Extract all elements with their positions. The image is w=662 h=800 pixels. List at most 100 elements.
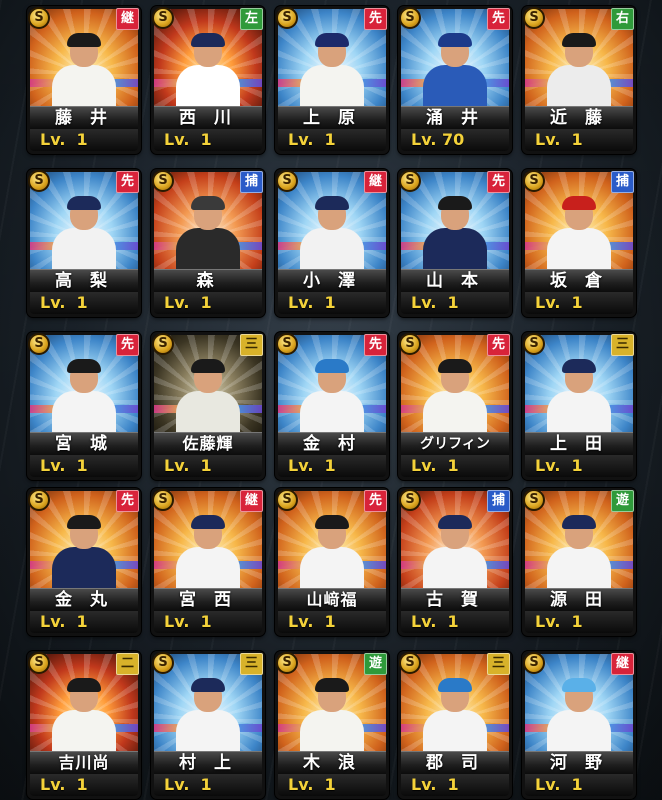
uniform — [176, 65, 240, 109]
name-plate: 木 浪 — [278, 751, 386, 774]
name-plate: 近 藤 — [525, 106, 633, 129]
player-figure — [423, 359, 487, 435]
position-badge: 継 — [364, 171, 387, 193]
player-card[interactable]: S 二吉川尚 Lv. 1 — [27, 651, 141, 799]
player-figure — [547, 515, 611, 591]
position-badge: 先 — [487, 334, 510, 356]
level-bar: Lv. 1 — [525, 611, 633, 633]
player-card[interactable]: S 先山﨑福 Lv. 1 — [275, 488, 389, 636]
player-name: 郡 司 — [426, 753, 484, 773]
uniform — [547, 391, 611, 435]
player-card[interactable]: S 三上 田 Lv. 1 — [522, 332, 636, 480]
player-name: 山﨑福 — [306, 590, 358, 609]
player-card[interactable]: S 先高 梨 Lv. 1 — [27, 169, 141, 317]
level-bar: Lv. 1 — [30, 774, 138, 796]
player-name: 源 田 — [550, 590, 608, 610]
level-bar: Lv. 1 — [154, 611, 262, 633]
level-bar: Lv. 1 — [278, 292, 386, 314]
rarity-coin-icon: S — [28, 7, 50, 29]
level-bar: Lv. 1 — [154, 455, 262, 477]
name-plate: 郡 司 — [401, 751, 509, 774]
player-card[interactable]: S 捕森 Lv. 1 — [151, 169, 265, 317]
player-card[interactable]: S 継小 澤 Lv. 1 — [275, 169, 389, 317]
uniform — [423, 547, 487, 591]
rarity-coin-icon: S — [399, 333, 421, 355]
rarity-coin-icon: S — [523, 7, 545, 29]
player-card[interactable]: S 先宮 城 Lv. 1 — [27, 332, 141, 480]
player-card[interactable]: S 遊源 田 Lv. 1 — [522, 488, 636, 636]
name-plate: 村 上 — [154, 751, 262, 774]
player-card[interactable]: S 先グリフィン Lv. 1 — [398, 332, 512, 480]
rarity-coin-icon: S — [523, 489, 545, 511]
player-figure — [300, 678, 364, 754]
player-name: 上 原 — [303, 108, 361, 128]
player-card[interactable]: S 先金 村 Lv. 1 — [275, 332, 389, 480]
player-card[interactable]: S 三村 上 Lv. 1 — [151, 651, 265, 799]
position-badge: 遊 — [611, 490, 634, 512]
player-figure — [423, 515, 487, 591]
player-name: 高 梨 — [55, 271, 113, 291]
uniform — [423, 391, 487, 435]
player-card[interactable]: S 三佐藤輝 Lv. 1 — [151, 332, 265, 480]
player-figure — [176, 196, 240, 272]
cap — [562, 196, 596, 210]
player-card[interactable]: S 三郡 司 Lv. 1 — [398, 651, 512, 799]
player-name: 近 藤 — [550, 108, 608, 128]
level-bar: Lv. 70 — [401, 129, 509, 151]
name-plate: 小 澤 — [278, 269, 386, 292]
cap — [191, 33, 225, 47]
cap — [315, 359, 349, 373]
player-card[interactable]: S 先上 原 Lv. 1 — [275, 6, 389, 154]
position-badge: 先 — [364, 490, 387, 512]
rarity-coin-icon: S — [152, 652, 174, 674]
rarity-coin-icon: S — [28, 333, 50, 355]
cap — [315, 678, 349, 692]
player-card[interactable]: S 捕坂 倉 Lv. 1 — [522, 169, 636, 317]
name-plate: 森 — [154, 269, 262, 292]
position-badge: 捕 — [240, 171, 263, 193]
player-level: Lv. 1 — [535, 130, 583, 149]
cap — [191, 678, 225, 692]
rarity-coin-icon: S — [523, 652, 545, 674]
uniform — [176, 710, 240, 754]
player-card-grid: S継藤 井 Lv. 1S左西 川 Lv. 1S先上 原 Lv. 1S先涌 井 Lv. 7… — [0, 0, 662, 800]
uniform — [300, 710, 364, 754]
player-name: 木 浪 — [303, 753, 361, 773]
name-plate: 金 村 — [278, 432, 386, 455]
player-figure — [52, 678, 116, 754]
rarity-coin-icon: S — [276, 7, 298, 29]
player-card[interactable]: S 継藤 井 Lv. 1 — [27, 6, 141, 154]
player-level: Lv. 1 — [40, 775, 88, 794]
level-bar: Lv. 1 — [278, 129, 386, 151]
player-card[interactable]: S 継河 野 Lv. 1 — [522, 651, 636, 799]
player-card[interactable]: S 捕古 賀 Lv. 1 — [398, 488, 512, 636]
rarity-coin-icon: S — [276, 170, 298, 192]
position-badge: 捕 — [487, 490, 510, 512]
player-level: Lv. 1 — [164, 293, 212, 312]
player-card[interactable]: S 遊木 浪 Lv. 1 — [275, 651, 389, 799]
player-card[interactable]: S 先涌 井 Lv. 70 — [398, 6, 512, 154]
player-card[interactable]: S 左西 川 Lv. 1 — [151, 6, 265, 154]
uniform — [300, 391, 364, 435]
player-card[interactable]: S 先金 丸 Lv. 1 — [27, 488, 141, 636]
player-card[interactable]: S 右近 藤 Lv. 1 — [522, 6, 636, 154]
level-bar: Lv. 1 — [30, 292, 138, 314]
name-plate: 涌 井 — [401, 106, 509, 129]
player-level: Lv. 1 — [164, 130, 212, 149]
cap — [438, 196, 472, 210]
cap — [315, 196, 349, 210]
level-bar: Lv. 1 — [401, 455, 509, 477]
level-bar: Lv. 1 — [154, 774, 262, 796]
uniform — [52, 228, 116, 272]
name-plate: 河 野 — [525, 751, 633, 774]
position-badge: 先 — [364, 334, 387, 356]
player-card[interactable]: S 継宮 西 Lv. 1 — [151, 488, 265, 636]
player-level: Lv. 1 — [288, 612, 336, 631]
rarity-coin-icon: S — [399, 652, 421, 674]
uniform — [52, 710, 116, 754]
player-card[interactable]: S 先山 本 Lv. 1 — [398, 169, 512, 317]
player-level: Lv. 1 — [40, 293, 88, 312]
rarity-coin-icon: S — [152, 333, 174, 355]
name-plate: 高 梨 — [30, 269, 138, 292]
position-badge: 先 — [116, 334, 139, 356]
